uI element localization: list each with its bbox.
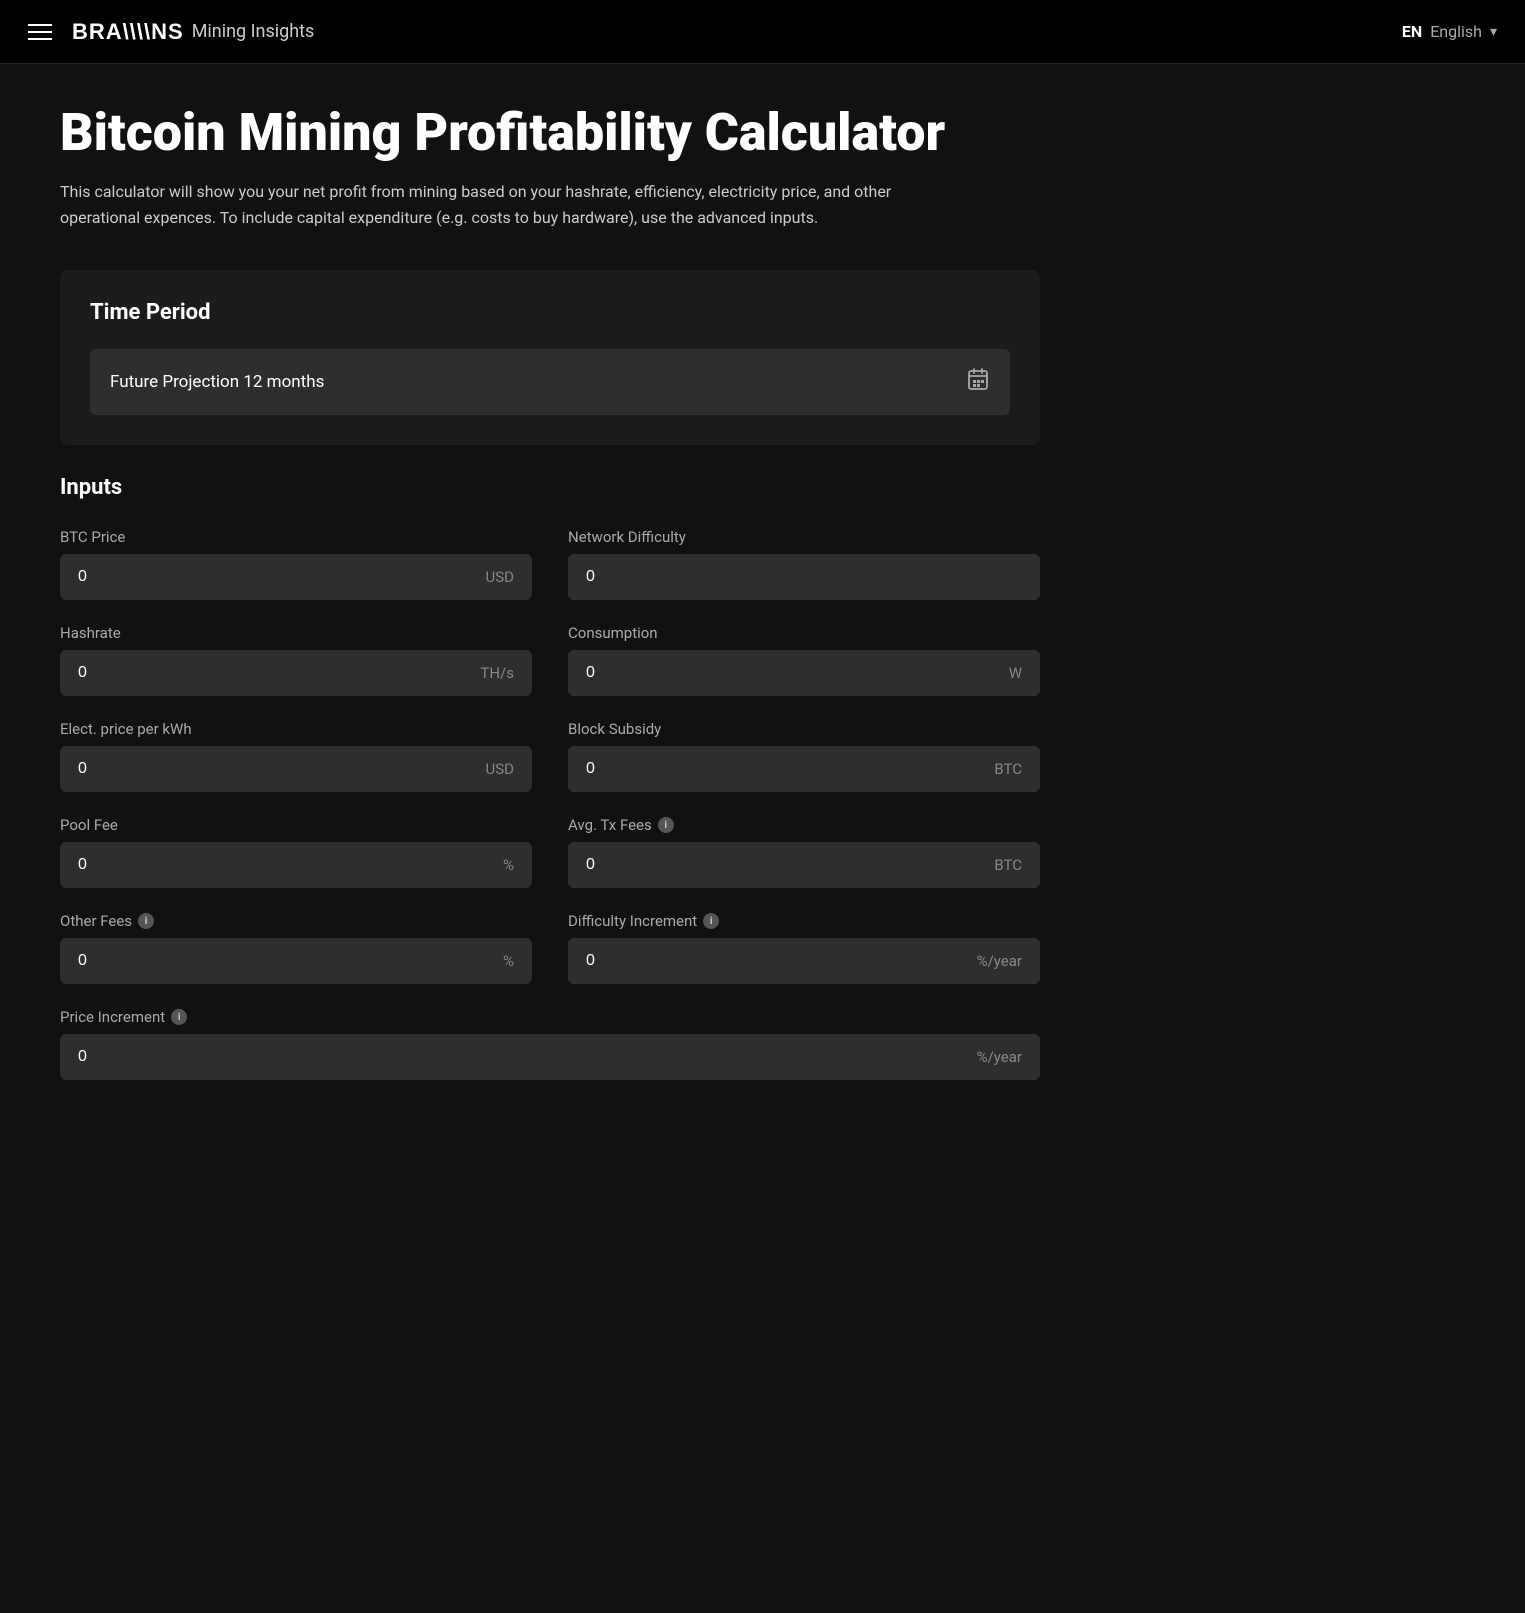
input-wrapper-block-subsidy: BTC — [568, 746, 1040, 792]
consumption-input[interactable] — [586, 664, 999, 682]
time-period-section: Time Period Future Projection 12 months — [60, 270, 1040, 445]
label-hashrate: Hashrate — [60, 624, 532, 642]
input-wrapper-electricity-price: USD — [60, 746, 532, 792]
page-title: Bitcoin Mining Profitability Calculator — [60, 104, 1040, 161]
input-wrapper-hashrate: TH/s — [60, 650, 532, 696]
label-difficulty-increment: Difficulty Increment i — [568, 912, 1040, 930]
inputs-grid: BTC Price USD Network Difficulty — [60, 528, 1040, 1080]
language-selector[interactable]: EN English ▾ — [1402, 22, 1497, 41]
time-period-selector[interactable]: Future Projection 12 months — [90, 349, 1010, 415]
label-avg-tx-fees: Avg. Tx Fees i — [568, 816, 1040, 834]
input-group-avg-tx-fees: Avg. Tx Fees i BTC — [568, 816, 1040, 888]
input-group-consumption: Consumption W — [568, 624, 1040, 696]
hamburger-menu-button[interactable] — [28, 24, 52, 40]
input-group-price-increment: Price Increment i %/year — [60, 1008, 1040, 1080]
difficulty-increment-info-icon[interactable]: i — [703, 913, 719, 929]
label-other-fees: Other Fees i — [60, 912, 532, 930]
time-period-value: Future Projection 12 months — [110, 372, 324, 392]
pool-fee-unit: % — [503, 856, 514, 874]
input-wrapper-consumption: W — [568, 650, 1040, 696]
input-group-other-fees: Other Fees i % — [60, 912, 532, 984]
other-fees-unit: % — [503, 952, 514, 970]
brand-logo-text: BRA\\\\NS — [72, 19, 184, 45]
page-description: This calculator will show you your net p… — [60, 179, 960, 230]
input-wrapper-price-increment: %/year — [60, 1034, 1040, 1080]
time-period-title: Time Period — [90, 300, 1010, 325]
calendar-icon — [966, 367, 990, 397]
language-code: EN — [1402, 22, 1422, 41]
btc-price-input[interactable] — [78, 568, 476, 586]
hashrate-unit: TH/s — [480, 664, 514, 682]
avg-tx-fees-input[interactable] — [586, 856, 984, 874]
inputs-section: Inputs BTC Price USD Network Difficulty — [60, 475, 1040, 1080]
input-wrapper-difficulty-increment: %/year — [568, 938, 1040, 984]
difficulty-increment-input[interactable] — [586, 952, 967, 970]
label-electricity-price: Elect. price per kWh — [60, 720, 532, 738]
label-btc-price: BTC Price — [60, 528, 532, 546]
price-increment-info-icon[interactable]: i — [171, 1009, 187, 1025]
input-group-difficulty-increment: Difficulty Increment i %/year — [568, 912, 1040, 984]
price-increment-unit: %/year — [977, 1048, 1022, 1066]
inputs-title: Inputs — [60, 475, 1040, 500]
brand-logo-area: BRA\\\\NS Mining Insights — [72, 19, 314, 45]
brand-subtitle: Mining Insights — [192, 21, 315, 42]
electricity-price-input[interactable] — [78, 760, 476, 778]
hashrate-input[interactable] — [78, 664, 470, 682]
consumption-unit: W — [1009, 664, 1022, 682]
input-wrapper-btc-price: USD — [60, 554, 532, 600]
input-group-btc-price: BTC Price USD — [60, 528, 532, 600]
input-group-hashrate: Hashrate TH/s — [60, 624, 532, 696]
avg-tx-fees-info-icon[interactable]: i — [658, 817, 674, 833]
input-group-electricity-price: Elect. price per kWh USD — [60, 720, 532, 792]
chevron-down-icon: ▾ — [1490, 24, 1497, 40]
avg-tx-fees-unit: BTC — [994, 856, 1022, 874]
input-group-pool-fee: Pool Fee % — [60, 816, 532, 888]
navbar-left: BRA\\\\NS Mining Insights — [28, 19, 314, 45]
pool-fee-input[interactable] — [78, 856, 493, 874]
input-wrapper-avg-tx-fees: BTC — [568, 842, 1040, 888]
other-fees-info-icon[interactable]: i — [138, 913, 154, 929]
price-increment-input[interactable] — [78, 1048, 967, 1066]
input-wrapper-pool-fee: % — [60, 842, 532, 888]
difficulty-increment-unit: %/year — [977, 952, 1022, 970]
input-group-block-subsidy: Block Subsidy BTC — [568, 720, 1040, 792]
label-price-increment: Price Increment i — [60, 1008, 1040, 1026]
input-wrapper-other-fees: % — [60, 938, 532, 984]
block-subsidy-input[interactable] — [586, 760, 984, 778]
input-group-network-difficulty: Network Difficulty — [568, 528, 1040, 600]
navbar: BRA\\\\NS Mining Insights EN English ▾ — [0, 0, 1525, 64]
electricity-price-unit: USD — [486, 760, 514, 778]
btc-price-unit: USD — [486, 568, 514, 586]
block-subsidy-unit: BTC — [994, 760, 1022, 778]
label-block-subsidy: Block Subsidy — [568, 720, 1040, 738]
other-fees-input[interactable] — [78, 952, 493, 970]
network-difficulty-input[interactable] — [586, 568, 1012, 586]
main-content: Bitcoin Mining Profitability Calculator … — [0, 64, 1100, 1120]
label-pool-fee: Pool Fee — [60, 816, 532, 834]
label-network-difficulty: Network Difficulty — [568, 528, 1040, 546]
label-consumption: Consumption — [568, 624, 1040, 642]
input-wrapper-network-difficulty — [568, 554, 1040, 600]
language-name: English — [1430, 22, 1482, 41]
